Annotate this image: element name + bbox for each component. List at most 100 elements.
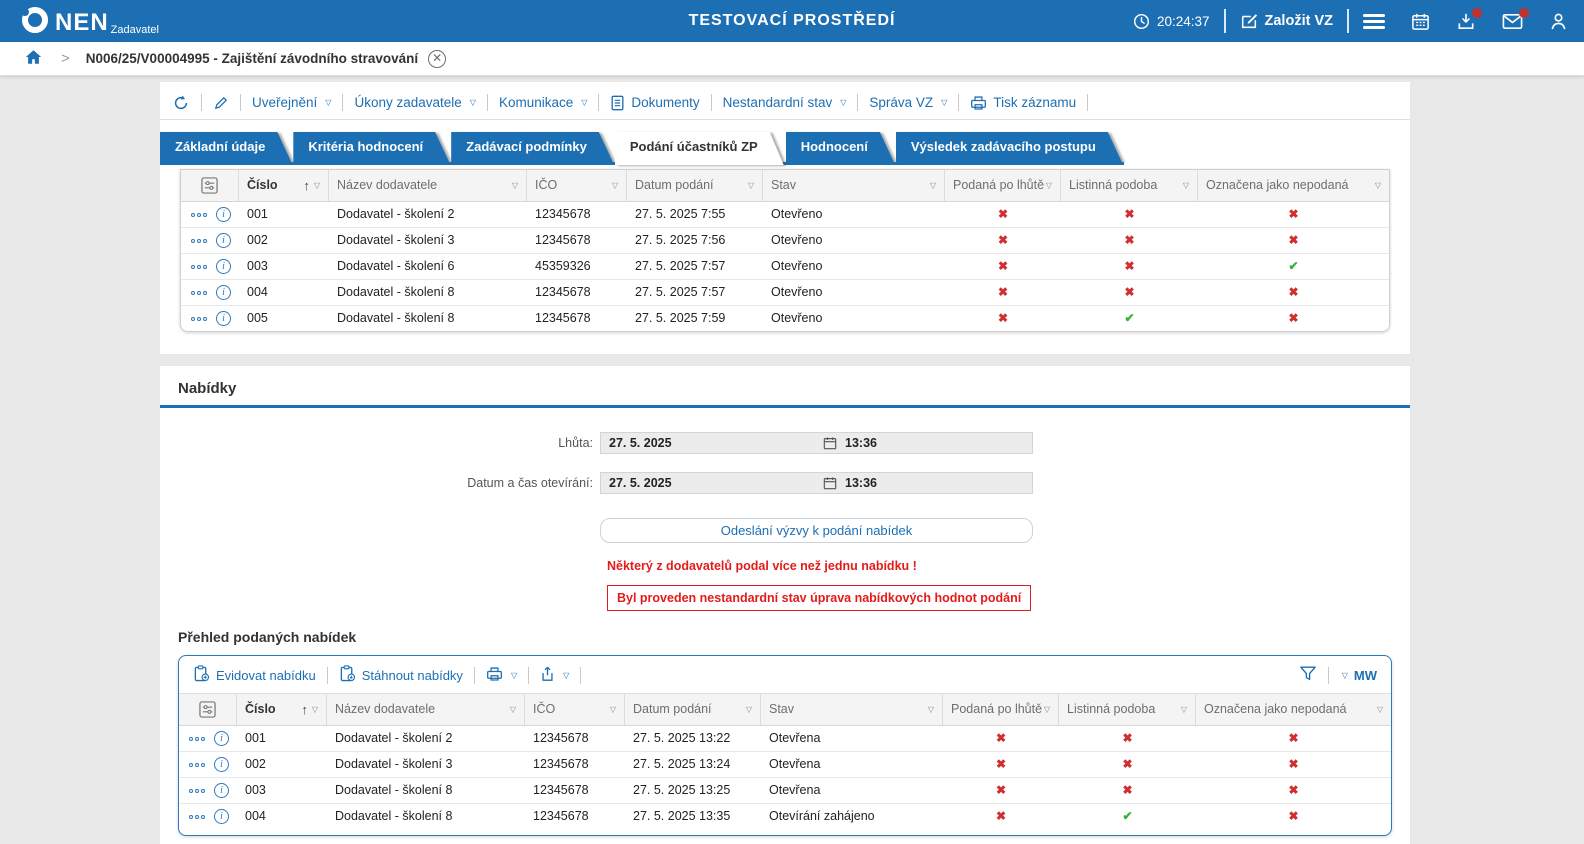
table-row[interactable]: i 004 Dodavatel - školení 8 12345678 27. 5. … bbox=[179, 804, 1391, 829]
print-record-button[interactable]: Tisk záznamu bbox=[970, 95, 1076, 111]
table-row[interactable]: i 001 Dodavatel - školení 2 12345678 27. 5. … bbox=[181, 202, 1389, 228]
info-icon[interactable]: i bbox=[214, 783, 229, 798]
mw-toggle[interactable]: MW bbox=[1354, 668, 1377, 683]
tab-kriteria-hodnoceni[interactable]: Kritéria hodnocení bbox=[293, 132, 449, 162]
nen-logo[interactable]: NEN Zadavatel bbox=[21, 7, 159, 36]
info-icon[interactable]: i bbox=[216, 259, 231, 274]
edit-record-button[interactable] bbox=[213, 95, 229, 111]
column-header-stav[interactable]: Stav ▽ bbox=[763, 170, 945, 201]
filter-chevron-icon[interactable]: ▽ bbox=[1044, 694, 1050, 725]
mail-icon[interactable] bbox=[1502, 7, 1529, 31]
cell-cislo: 001 bbox=[245, 731, 266, 745]
menu-ukony-zadavatele[interactable]: Úkony zadavatele ▽ bbox=[354, 95, 475, 110]
filter-chevron-icon[interactable]: ▽ bbox=[746, 694, 752, 725]
tab-zadavaci-podminky[interactable]: Zadávací podmínky bbox=[451, 132, 613, 162]
info-icon[interactable]: i bbox=[216, 233, 231, 248]
filter-chevron-icon[interactable]: ▽ bbox=[1046, 170, 1052, 201]
column-header-ico[interactable]: IČO ▽ bbox=[525, 694, 625, 725]
menu-komunikace[interactable]: Komunikace ▽ bbox=[499, 95, 587, 110]
filter-chevron-icon[interactable]: ▽ bbox=[1377, 694, 1383, 725]
breadcrumb-record[interactable]: N006/25/V00004995 - Zajištění závodního … bbox=[86, 51, 418, 66]
calendar-icon[interactable] bbox=[1411, 12, 1430, 31]
oteviranie-datetime-field[interactable]: 27. 5. 2025 13:36 bbox=[600, 472, 1033, 494]
filter-chevron-icon[interactable]: ▽ bbox=[612, 170, 618, 201]
column-header-listinna-podoba[interactable]: Listinná podoba ▽ bbox=[1061, 170, 1198, 201]
column-header-oznacena-nepodana[interactable]: Označena jako nepodaná ▽ bbox=[1196, 694, 1391, 725]
stahnout-nabidky-button[interactable]: Stáhnout nabídky bbox=[339, 665, 463, 685]
table-row[interactable]: i 004 Dodavatel - školení 8 12345678 27. 5. … bbox=[181, 280, 1389, 306]
info-icon[interactable]: i bbox=[216, 285, 231, 300]
menu-icon[interactable] bbox=[1363, 13, 1385, 29]
row-menu-icon[interactable] bbox=[191, 264, 207, 269]
info-icon[interactable]: i bbox=[216, 311, 231, 326]
table-row[interactable]: i 002 Dodavatel - školení 3 12345678 27. 5. … bbox=[179, 752, 1391, 778]
column-header-dodavatel[interactable]: Název dodavatele ▽ bbox=[327, 694, 525, 725]
row-menu-icon[interactable] bbox=[189, 814, 205, 819]
row-menu-icon[interactable] bbox=[191, 238, 207, 243]
filter-chevron-icon[interactable]: ▽ bbox=[314, 170, 320, 201]
column-header-datum-podani[interactable]: Datum podání ▽ bbox=[625, 694, 761, 725]
filter-chevron-icon[interactable]: ▽ bbox=[930, 170, 936, 201]
lhuta-datetime-field[interactable]: 27. 5. 2025 13:36 bbox=[600, 432, 1033, 454]
column-header-datum-podani[interactable]: Datum podání ▽ bbox=[627, 170, 763, 201]
row-menu-icon[interactable] bbox=[189, 736, 205, 741]
chevron-down-icon[interactable]: ▽ bbox=[1342, 671, 1348, 680]
row-menu-icon[interactable] bbox=[191, 316, 207, 321]
print-offers-button[interactable]: ▽ bbox=[486, 666, 517, 685]
table-row[interactable]: i 005 Dodavatel - školení 8 12345678 27. 5. … bbox=[181, 306, 1389, 331]
info-icon[interactable]: i bbox=[216, 207, 231, 222]
table-row[interactable]: i 003 Dodavatel - školení 6 45359326 27. 5. … bbox=[181, 254, 1389, 280]
row-menu-icon[interactable] bbox=[189, 762, 205, 767]
home-icon[interactable] bbox=[24, 48, 43, 69]
column-header-dodavatel[interactable]: Název dodavatele ▽ bbox=[329, 170, 527, 201]
table-row[interactable]: i 002 Dodavatel - školení 3 12345678 27. 5. … bbox=[181, 228, 1389, 254]
menu-uverejneni[interactable]: Uveřejnění ▽ bbox=[252, 95, 331, 110]
row-menu-icon[interactable] bbox=[191, 290, 207, 295]
filter-icon[interactable] bbox=[1299, 665, 1317, 685]
tab-vysledek[interactable]: Výsledek zadávacího postupu bbox=[896, 132, 1122, 162]
create-vz-button[interactable]: Založit VZ bbox=[1240, 12, 1333, 30]
close-record-icon[interactable]: ✕ bbox=[428, 49, 447, 68]
menu-nestandardni-stav[interactable]: Nestandardní stav ▽ bbox=[723, 95, 847, 110]
refresh-button[interactable] bbox=[172, 94, 190, 112]
column-header-podana-po-lhute[interactable]: Podaná po lhůtě ▽ bbox=[945, 170, 1061, 201]
filter-chevron-icon[interactable]: ▽ bbox=[1181, 694, 1187, 725]
info-icon[interactable]: i bbox=[214, 809, 229, 824]
inbox-icon[interactable] bbox=[1456, 7, 1482, 31]
filter-chevron-icon[interactable]: ▽ bbox=[928, 694, 934, 725]
filter-chevron-icon[interactable]: ▽ bbox=[1183, 170, 1189, 201]
column-header-cislo[interactable]: Číslo ↑ ▽ bbox=[239, 170, 329, 201]
column-header-podana-po-lhute[interactable]: Podaná po lhůtě ▽ bbox=[943, 694, 1059, 725]
menu-sprava-vz[interactable]: Správa VZ ▽ bbox=[869, 95, 947, 110]
table-row[interactable]: i 003 Dodavatel - školení 8 12345678 27. 5. … bbox=[179, 778, 1391, 804]
filter-chevron-icon[interactable]: ▽ bbox=[610, 694, 616, 725]
column-header-stav[interactable]: Stav ▽ bbox=[761, 694, 943, 725]
filter-chevron-icon[interactable]: ▽ bbox=[748, 170, 754, 201]
cell-listinna-podoba: ✖ bbox=[1059, 752, 1196, 777]
filter-chevron-icon[interactable]: ▽ bbox=[1375, 170, 1381, 201]
row-menu-icon[interactable] bbox=[189, 788, 205, 793]
user-icon[interactable] bbox=[1549, 12, 1568, 31]
column-header-oznacena-nepodana[interactable]: Označena jako nepodaná ▽ bbox=[1198, 170, 1389, 201]
column-header-cislo[interactable]: Číslo ↑ ▽ bbox=[237, 694, 327, 725]
tab-zakladni-udaje[interactable]: Základní údaje bbox=[160, 132, 291, 162]
tab-podani-ucastniku-zp[interactable]: Podání účastníků ZP bbox=[615, 132, 784, 162]
table-row[interactable]: i 001 Dodavatel - školení 2 12345678 27. 5. … bbox=[179, 726, 1391, 752]
filter-chevron-icon[interactable]: ▽ bbox=[512, 170, 518, 201]
cell-datum-podani: 27. 5. 2025 13:24 bbox=[633, 757, 731, 771]
send-invitation-button[interactable]: Odeslání výzvy k podání nabídek bbox=[600, 518, 1033, 543]
filter-chevron-icon[interactable]: ▽ bbox=[510, 694, 516, 725]
column-header-listinna-podoba[interactable]: Listinná podoba ▽ bbox=[1059, 694, 1196, 725]
tab-hodnoceni[interactable]: Hodnocení bbox=[786, 132, 894, 162]
table-settings-button[interactable] bbox=[181, 170, 239, 201]
evidovat-nabidku-button[interactable]: Evidovat nabídku bbox=[193, 665, 316, 685]
table-settings-button[interactable] bbox=[179, 694, 237, 725]
printer-icon bbox=[970, 95, 987, 111]
filter-chevron-icon[interactable]: ▽ bbox=[312, 694, 318, 725]
info-icon[interactable]: i bbox=[214, 757, 229, 772]
row-menu-icon[interactable] bbox=[191, 212, 207, 217]
column-header-ico[interactable]: IČO ▽ bbox=[527, 170, 627, 201]
info-icon[interactable]: i bbox=[214, 731, 229, 746]
menu-dokumenty[interactable]: Dokumenty bbox=[610, 95, 700, 111]
export-offers-button[interactable]: ▽ bbox=[540, 666, 569, 685]
